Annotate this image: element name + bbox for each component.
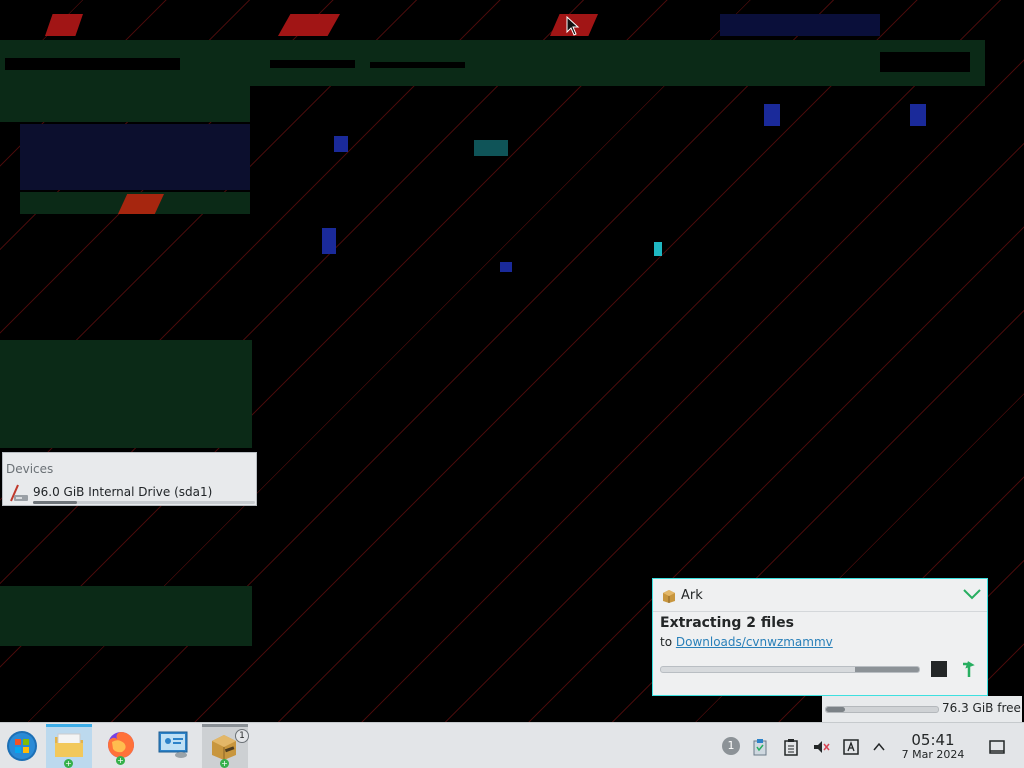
new-window-badge: + <box>64 759 73 768</box>
glitch-left-green-4 <box>0 586 252 646</box>
taskbar-firefox[interactable]: + <box>98 724 144 768</box>
glitch-blue-3 <box>500 262 512 272</box>
ark-extract-notification: Ark Extracting 2 files to Downloads/cvnw… <box>652 578 988 696</box>
extract-progress-fill <box>854 667 919 672</box>
volume-muted-icon[interactable] <box>812 738 830 756</box>
glitch-blue-2 <box>322 228 336 254</box>
taskbar-system-settings[interactable] <box>150 724 196 768</box>
glitch-bar-top-dark <box>270 60 355 68</box>
application-launcher[interactable] <box>0 724 46 768</box>
glitch-cyan-1 <box>474 140 508 156</box>
ark-job-badge: 1 <box>235 729 249 743</box>
devices-panel: Devices 96.0 GiB Internal Drive (sda1) <box>2 452 257 506</box>
glitch-cyan-2 <box>654 242 662 256</box>
notification-app-name: Ark <box>681 588 703 603</box>
glitch-left-green-3 <box>0 340 252 448</box>
desktop: Devices 96.0 GiB Internal Drive (sda1) A… <box>0 0 1024 722</box>
new-window-badge: + <box>116 756 125 765</box>
drive-usage-bar <box>33 501 255 504</box>
system-settings-icon <box>158 731 188 758</box>
notification-title: Extracting 2 files <box>660 615 794 631</box>
chevron-up-icon[interactable] <box>870 738 888 756</box>
drive-usage-fill <box>33 501 78 504</box>
disk-free-bar <box>825 706 939 713</box>
hard-drive-icon <box>10 484 28 502</box>
new-window-badge: + <box>220 759 229 768</box>
open-folder-arrow-icon[interactable] <box>959 659 979 679</box>
notification-count-badge[interactable]: 1 <box>722 737 740 755</box>
clock-time[interactable]: 05:41 <box>898 731 968 749</box>
notification-header: Ark <box>653 579 987 612</box>
chevron-down-icon[interactable] <box>961 585 983 603</box>
glitch-left-blue <box>20 124 250 190</box>
kde-start-icon <box>7 731 37 761</box>
clipboard-icon[interactable] <box>751 738 769 756</box>
destination-link[interactable]: Downloads/cvnwzmammv <box>676 635 833 649</box>
devices-header: Devices <box>6 462 54 476</box>
disk-free-label: 76.3 GiB free <box>942 701 1021 715</box>
clock-date[interactable]: 7 Mar 2024 <box>892 748 974 761</box>
disk-free-widget[interactable]: 76.3 GiB free <box>822 696 1022 722</box>
mouse-cursor-icon <box>566 16 580 36</box>
ark-archive-icon <box>663 590 675 603</box>
show-desktop-icon[interactable] <box>988 738 1006 756</box>
glitch-red-2 <box>278 14 340 36</box>
folder-icon <box>55 733 83 757</box>
notification-destination: to Downloads/cvnwzmammv <box>660 635 833 649</box>
glitch-blue-1 <box>334 136 348 152</box>
taskbar-ark[interactable]: 1 + <box>202 724 249 768</box>
glitch-left-green-1 <box>0 86 250 122</box>
destination-prefix: to <box>660 635 676 649</box>
drive-label: 96.0 GiB Internal Drive (sda1) <box>33 485 213 499</box>
glitch-bar-top-dark-3 <box>5 58 180 70</box>
glitch-blue-5 <box>910 104 926 126</box>
taskbar-file-manager[interactable]: + <box>46 724 92 768</box>
stop-icon[interactable] <box>931 661 947 677</box>
glitch-bar-top-dark-2 <box>370 62 465 68</box>
extract-progress-bar <box>660 666 920 673</box>
notes-icon[interactable] <box>782 738 800 756</box>
device-row-sda1[interactable]: 96.0 GiB Internal Drive (sda1) <box>7 483 255 504</box>
disk-free-fill <box>826 707 846 712</box>
glitch-blue-top <box>720 14 880 36</box>
glitch-red-1 <box>45 14 83 36</box>
keyboard-layout-icon[interactable] <box>842 738 860 756</box>
glitch-blue-4 <box>764 104 780 126</box>
glitch-bar-top-dark-4 <box>880 52 970 72</box>
